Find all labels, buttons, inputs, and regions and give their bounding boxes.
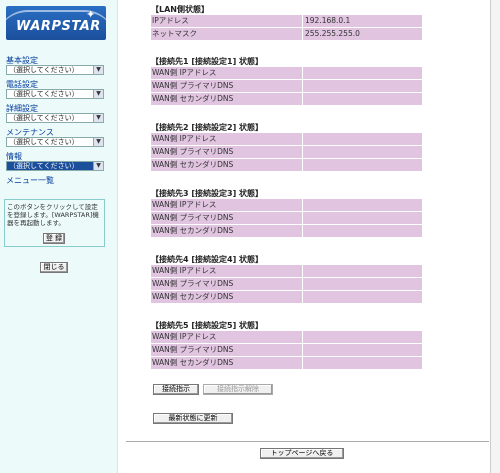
row-value xyxy=(303,225,422,237)
row-value xyxy=(303,331,422,343)
table-row: WAN側 プライマリDNS xyxy=(151,80,422,92)
row-value xyxy=(303,133,422,145)
table-row: WAN側 IPアドレス xyxy=(151,265,422,277)
row-value xyxy=(303,93,422,105)
row-value xyxy=(303,291,422,303)
row-label: WAN側 セカンダリDNS xyxy=(151,93,302,105)
row-label: WAN側 セカンダリDNS xyxy=(151,225,302,237)
table-row: WAN側 IPアドレス xyxy=(151,331,422,343)
row-label: IPアドレス xyxy=(151,15,302,27)
select-maintenance[interactable]: （選択してください） ▼ xyxy=(6,137,104,147)
table-row: IPアドレス 192.168.0.1 xyxy=(151,15,422,27)
chevron-down-icon[interactable]: ▼ xyxy=(93,90,103,98)
select-phone-settings[interactable]: （選択してください） ▼ xyxy=(6,89,104,99)
row-label: WAN側 IPアドレス xyxy=(151,265,302,277)
connection-2-title: 【接続先2 [接続設定2] 状態】 xyxy=(151,123,264,132)
select-info[interactable]: （選択してください） ▼ xyxy=(6,161,104,171)
select-value: （選択してください） xyxy=(9,162,79,170)
connection-4-title: 【接続先4 [接続設定4] 状態】 xyxy=(151,255,264,264)
row-value xyxy=(303,212,422,224)
table-row: WAN側 セカンダリDNS xyxy=(151,291,422,303)
row-label: WAN側 セカンダリDNS xyxy=(151,291,302,303)
row-label: WAN側 プライマリDNS xyxy=(151,212,302,224)
chevron-down-icon[interactable]: ▼ xyxy=(93,66,103,74)
table-row: WAN側 プライマリDNS xyxy=(151,278,422,290)
table-row: WAN側 セカンダリDNS xyxy=(151,225,422,237)
table-row: WAN側 プライマリDNS xyxy=(151,344,422,356)
logo-text: WARPSTAR xyxy=(16,19,101,34)
row-label: WAN側 IPアドレス xyxy=(151,133,302,145)
select-value: （選択してください） xyxy=(9,138,79,146)
close-button[interactable]: 閉じる xyxy=(40,262,68,273)
table-row: WAN側 プライマリDNS xyxy=(151,212,422,224)
row-value xyxy=(303,199,422,211)
select-basic-settings[interactable]: （選択してください） ▼ xyxy=(6,65,104,75)
select-advanced-settings[interactable]: （選択してください） ▼ xyxy=(6,113,104,123)
row-label: WAN側 IPアドレス xyxy=(151,199,302,211)
row-value xyxy=(303,67,422,79)
table-row: WAN側 IPアドレス xyxy=(151,133,422,145)
status-main: 【LAN側状態】 IPアドレス 192.168.0.1 ネットマスク 255.2… xyxy=(119,0,490,473)
chevron-down-icon[interactable]: ▼ xyxy=(93,114,103,122)
row-label: WAN側 セカンダリDNS xyxy=(151,357,302,369)
row-value xyxy=(303,265,422,277)
table-row: WAN側 IPアドレス xyxy=(151,67,422,79)
sidebar: ✦ WARPSTAR 基本設定 （選択してください） ▼ 電話設定 （選択してく… xyxy=(0,0,118,473)
back-to-top-button[interactable]: トップページへ戻る xyxy=(260,448,344,459)
select-value: （選択してください） xyxy=(9,114,79,122)
connect-button[interactable]: 接続指示 xyxy=(153,384,199,395)
connection-1-title: 【接続先1 [接続設定1] 状態】 xyxy=(151,57,264,66)
row-label: WAN側 IPアドレス xyxy=(151,67,302,79)
row-label: WAN側 プライマリDNS xyxy=(151,146,302,158)
warpstar-logo: ✦ WARPSTAR xyxy=(6,6,106,40)
select-value: （選択してください） xyxy=(9,90,79,98)
select-value: （選択してください） xyxy=(9,66,79,74)
row-label: WAN側 IPアドレス xyxy=(151,331,302,343)
connection-3-title: 【接続先3 [接続設定3] 状態】 xyxy=(151,189,264,198)
row-value xyxy=(303,344,422,356)
table-row: WAN側 プライマリDNS xyxy=(151,146,422,158)
register-panel: このボタンをクリックして設定を登録します。[WARPSTAR]機器を再起動します… xyxy=(4,199,105,247)
footer-divider xyxy=(126,441,489,442)
disconnect-button[interactable]: 接続指示解除 xyxy=(203,384,273,395)
register-button[interactable]: 登 録 xyxy=(43,233,65,244)
refresh-button[interactable]: 最新状態に更新 xyxy=(153,413,233,424)
row-value: 255.255.255.0 xyxy=(303,28,422,40)
menu-list-link[interactable]: メニュー一覧 xyxy=(6,175,54,186)
row-value xyxy=(303,159,422,171)
table-row: WAN側 IPアドレス xyxy=(151,199,422,211)
row-label: WAN側 プライマリDNS xyxy=(151,344,302,356)
row-value xyxy=(303,80,422,92)
row-label: WAN側 プライマリDNS xyxy=(151,278,302,290)
row-value xyxy=(303,357,422,369)
connection-5-title: 【接続先5 [接続設定5] 状態】 xyxy=(151,321,264,330)
table-row: ネットマスク 255.255.255.0 xyxy=(151,28,422,40)
row-value xyxy=(303,146,422,158)
window-scrollbar[interactable] xyxy=(490,0,500,473)
lan-status-title: 【LAN側状態】 xyxy=(151,5,209,14)
row-label: WAN側 プライマリDNS xyxy=(151,80,302,92)
chevron-down-icon[interactable]: ▼ xyxy=(93,138,103,146)
table-row: WAN側 セカンダリDNS xyxy=(151,357,422,369)
row-value xyxy=(303,278,422,290)
table-row: WAN側 セカンダリDNS xyxy=(151,159,422,171)
chevron-down-icon[interactable]: ▼ xyxy=(93,162,103,170)
row-label: WAN側 セカンダリDNS xyxy=(151,159,302,171)
table-row: WAN側 セカンダリDNS xyxy=(151,93,422,105)
row-label: ネットマスク xyxy=(151,28,302,40)
register-description: このボタンをクリックして設定を登録します。[WARPSTAR]機器を再起動します… xyxy=(7,203,99,227)
row-value: 192.168.0.1 xyxy=(303,15,422,27)
